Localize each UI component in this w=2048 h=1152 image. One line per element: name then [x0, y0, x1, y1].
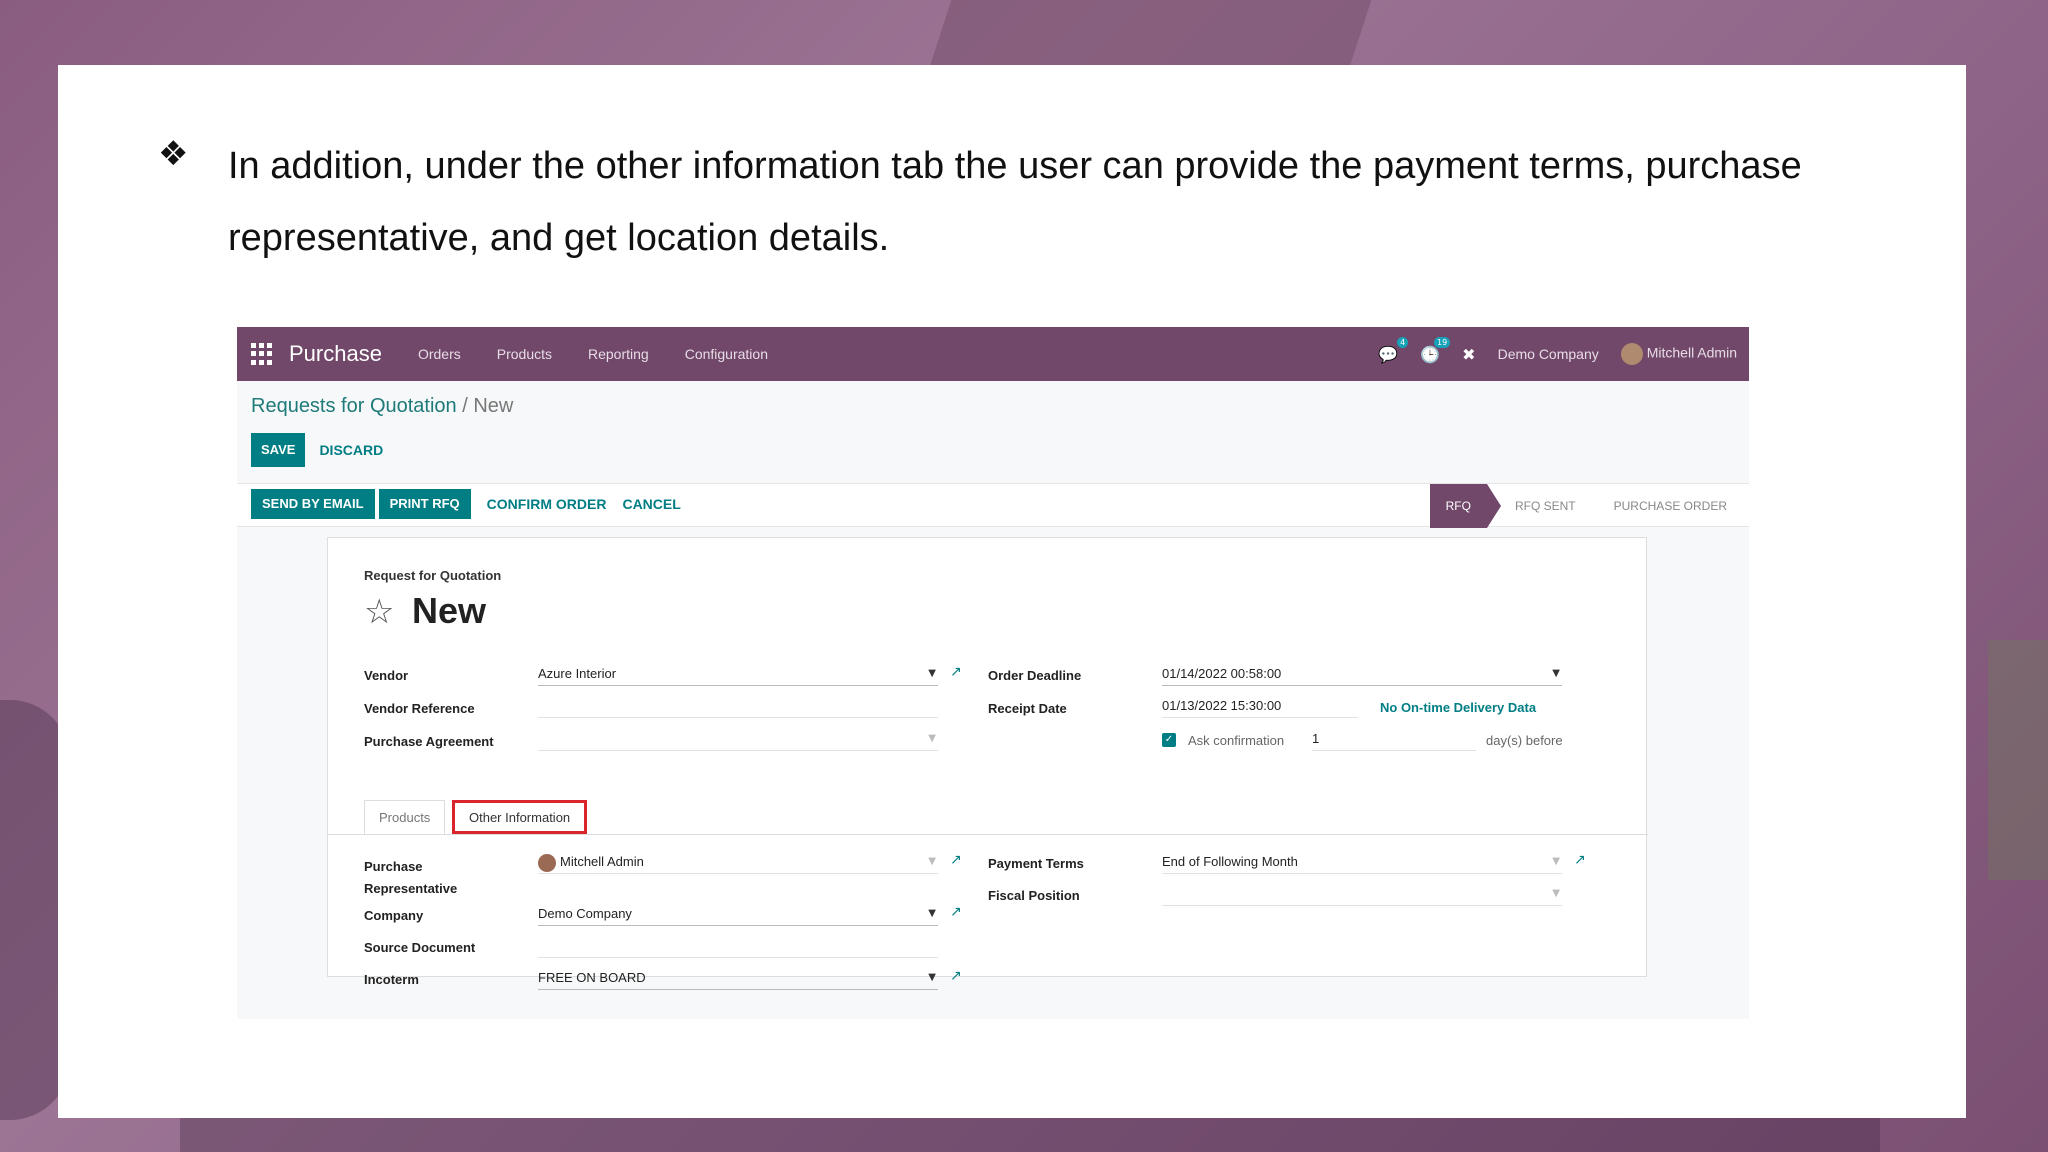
avatar	[538, 853, 556, 872]
app-name[interactable]: Purchase	[289, 341, 382, 367]
payment-terms-field[interactable]: End of Following Month ▼	[1162, 852, 1562, 874]
chevron-down-icon[interactable]: ▼	[928, 904, 936, 924]
tab-other-information[interactable]: Other Information	[452, 800, 588, 834]
tab-products[interactable]: Products	[364, 800, 446, 834]
chevron-down-icon[interactable]: ▼	[928, 664, 936, 684]
tabs-divider	[328, 834, 1648, 835]
slide-card: ❖ In addition, under the other informati…	[58, 65, 1966, 1118]
form-subtitle: Request for Quotation	[364, 568, 502, 583]
apps-grid-icon[interactable]	[251, 343, 273, 365]
star-icon[interactable]: ☆	[364, 592, 394, 632]
background-shape	[180, 1114, 1880, 1152]
company-switcher[interactable]: Demo Company	[1498, 346, 1599, 362]
save-button[interactable]: SAVE	[251, 433, 306, 467]
user-menu[interactable]: Mitchell Admin	[1620, 343, 1737, 365]
chat-badge: 4	[1397, 336, 1409, 348]
order-deadline-label: Order Deadline	[988, 668, 1082, 683]
incoterm-value: FREE ON BOARD	[538, 970, 646, 985]
days-before-label: day(s) before	[1486, 733, 1563, 748]
chevron-down-icon[interactable]: ▼	[1552, 664, 1560, 684]
vendor-reference-input[interactable]	[538, 696, 938, 718]
external-link-icon[interactable]: ↗	[950, 904, 962, 920]
confirm-order-button[interactable]: CONFIRM ORDER	[487, 496, 607, 512]
form-sheet: Request for Quotation ☆ New Vendor Azure…	[327, 537, 1648, 990]
purchase-agreement-label: Purchase Agreement	[364, 734, 494, 749]
menu-configuration[interactable]: Configuration	[685, 346, 768, 362]
order-deadline-field[interactable]: 01/14/2022 00:58:00 ▼	[1162, 664, 1562, 686]
menu-orders[interactable]: Orders	[418, 346, 461, 362]
external-link-icon[interactable]: ↗	[1574, 852, 1586, 868]
status-bar: SEND BY EMAIL PRINT RFQ CONFIRM ORDER CA…	[237, 483, 1749, 528]
vendor-value: Azure Interior	[538, 666, 617, 681]
ask-confirmation-days-input[interactable]: 1	[1312, 729, 1476, 751]
fiscal-position-select[interactable]: ▼	[1162, 884, 1562, 906]
receipt-date-field[interactable]: 01/13/2022 15:30:00	[1162, 696, 1358, 718]
purchase-representative-value: Mitchell Admin	[560, 854, 644, 869]
close-icon[interactable]: ✖	[1462, 345, 1475, 364]
form-actions: SAVE DISCARD	[251, 433, 383, 467]
breadcrumb-current: New	[473, 395, 514, 417]
menu-reporting[interactable]: Reporting	[588, 346, 649, 362]
chevron-down-icon[interactable]: ▼	[1552, 852, 1560, 872]
purchase-representative-label: Purchase Representative	[364, 859, 458, 896]
user-name: Mitchell Admin	[1646, 344, 1737, 361]
background-shape	[1988, 640, 2048, 880]
company-field[interactable]: Demo Company ▼	[538, 904, 938, 926]
payment-terms-label: Payment Terms	[988, 856, 1084, 871]
background-shape	[928, 0, 1372, 70]
incoterm-label: Incoterm	[364, 972, 419, 987]
incoterm-field[interactable]: FREE ON BOARD ▼	[538, 968, 938, 990]
purchase-agreement-select[interactable]: ▼	[538, 729, 938, 751]
company-value: Demo Company	[538, 906, 632, 921]
stage-pipeline: RFQ RFQ SENT PURCHASE ORDER	[1429, 484, 1743, 528]
chevron-down-icon[interactable]: ▼	[1552, 884, 1560, 904]
bullet-icon: ❖	[158, 134, 189, 174]
print-rfq-button[interactable]: PRINT RFQ	[378, 489, 471, 519]
fiscal-position-label: Fiscal Position	[988, 888, 1080, 903]
stage-rfq[interactable]: RFQ	[1429, 484, 1502, 528]
stage-rfq-sent[interactable]: RFQ SENT	[1487, 484, 1592, 528]
external-link-icon[interactable]: ↗	[950, 664, 962, 680]
on-time-delivery-link[interactable]: No On-time Delivery Data	[1380, 700, 1536, 715]
vendor-reference-label: Vendor Reference	[364, 701, 475, 716]
external-link-icon[interactable]: ↗	[950, 968, 962, 984]
chevron-down-icon[interactable]: ▼	[928, 729, 936, 749]
vendor-field[interactable]: Azure Interior ▼	[538, 664, 938, 686]
cancel-button[interactable]: CANCEL	[622, 496, 680, 512]
chat-icon[interactable]: 💬 4	[1378, 336, 1409, 364]
activity-clock-icon[interactable]: 🕒 19	[1420, 336, 1451, 364]
activity-badge: 19	[1433, 336, 1451, 348]
avatar	[1620, 343, 1643, 365]
chevron-down-icon[interactable]: ▼	[928, 968, 936, 988]
company-label: Company	[364, 908, 424, 923]
breadcrumb: Requests for Quotation / New	[251, 395, 513, 418]
breadcrumb-parent[interactable]: Requests for Quotation	[251, 395, 457, 417]
bullet-text: In addition, under the other information…	[228, 145, 1802, 259]
bullet-paragraph: ❖ In addition, under the other informati…	[158, 130, 1938, 274]
ask-confirmation-label: Ask confirmation	[1188, 733, 1285, 748]
odoo-screenshot: Purchase Orders Products Reporting Confi…	[237, 327, 1749, 1019]
source-document-input[interactable]	[538, 936, 938, 958]
source-document-label: Source Document	[364, 940, 476, 955]
ask-confirmation-checkbox[interactable]: ✓	[1162, 733, 1176, 747]
payment-terms-value: End of Following Month	[1162, 854, 1298, 869]
page-title: New	[412, 590, 487, 631]
send-by-email-button[interactable]: SEND BY EMAIL	[251, 489, 375, 519]
purchase-representative-field[interactable]: Mitchell Admin ▼	[538, 852, 938, 874]
external-link-icon[interactable]: ↗	[950, 852, 962, 868]
ask-confirmation-days: 1	[1312, 731, 1320, 746]
receipt-date-value: 01/13/2022 15:30:00	[1162, 698, 1282, 713]
menu-products[interactable]: Products	[497, 346, 552, 362]
top-navbar: Purchase Orders Products Reporting Confi…	[237, 327, 1749, 381]
stage-purchase-order[interactable]: PURCHASE ORDER	[1592, 484, 1743, 528]
discard-button[interactable]: DISCARD	[319, 442, 383, 458]
vendor-label: Vendor	[364, 668, 409, 683]
receipt-date-label: Receipt Date	[988, 701, 1067, 716]
chevron-down-icon[interactable]: ▼	[928, 852, 936, 872]
breadcrumb-separator: /	[456, 395, 474, 417]
order-deadline-value: 01/14/2022 00:58:00	[1162, 666, 1282, 681]
